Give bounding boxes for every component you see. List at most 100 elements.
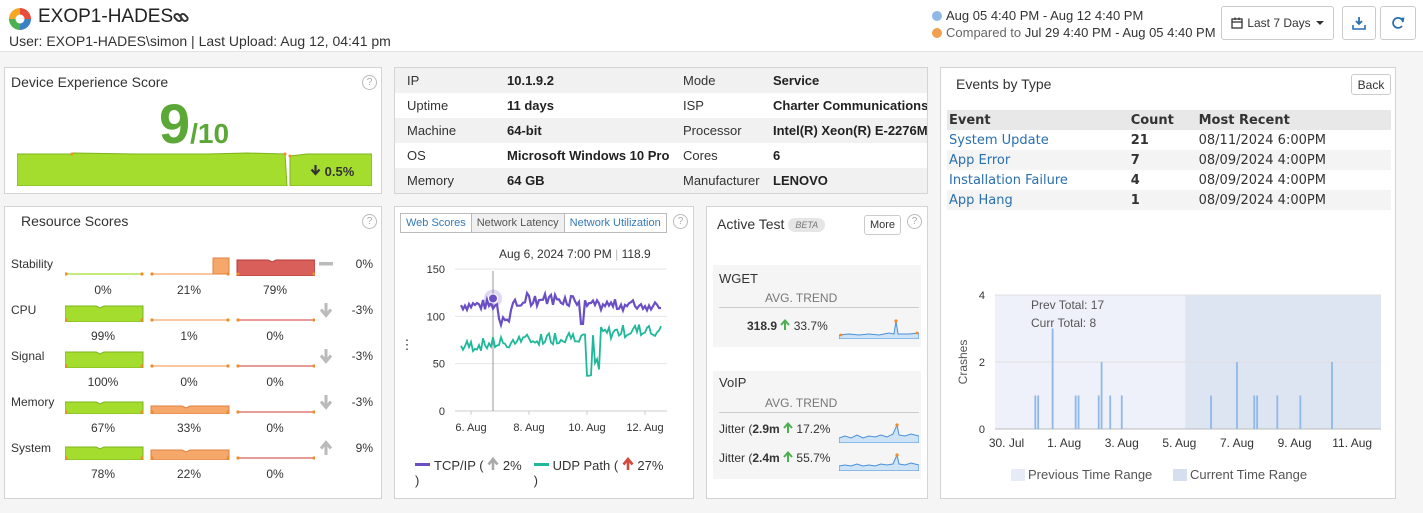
- resource-sparklines: [65, 305, 315, 322]
- prev-bar[interactable]: [1109, 395, 1112, 430]
- resource-pct-poor: 0%: [266, 329, 284, 343]
- prev-bar[interactable]: [1097, 395, 1100, 430]
- resource-label: Stability: [11, 257, 54, 271]
- link-icon[interactable]: [172, 9, 190, 27]
- resource-label: Memory: [11, 395, 55, 409]
- legend-prev-swatch: [1011, 469, 1025, 481]
- event-recent: 08/09/2024 4:00PM: [1196, 190, 1391, 210]
- help-icon[interactable]: ?: [907, 214, 922, 229]
- event-name[interactable]: System Update: [947, 130, 1129, 150]
- voip-sparkline-1: [839, 423, 919, 443]
- prev-bar[interactable]: [1120, 395, 1123, 430]
- prev-bar[interactable]: [1100, 362, 1103, 429]
- info-key: IP: [395, 68, 495, 93]
- x-tick-label: 11. Aug: [1332, 436, 1372, 450]
- legend-curr-label: Current Time Range: [1190, 467, 1307, 482]
- wget-row: 318.9 33.7%: [747, 318, 828, 333]
- device-info-row: Machine 64-bit Processor Intel(R) Xeon(R) E…: [395, 118, 927, 143]
- prev-bar[interactable]: [1051, 328, 1054, 430]
- event-name[interactable]: App Error: [947, 150, 1129, 170]
- info-key: OS: [407, 148, 426, 163]
- voip-section: VoIP AVG. TREND Jitter (2.9m 17.2% Jitte…: [713, 371, 921, 479]
- y-tick-label: 2: [979, 357, 985, 369]
- event-row[interactable]: App Hang 1 08/09/2024 4:00PM: [947, 190, 1391, 210]
- event-name[interactable]: Installation Failure: [947, 170, 1129, 190]
- score-change: 0.5%: [310, 164, 354, 179]
- x-tick-label: 6. Aug: [455, 422, 486, 434]
- x-tick-label: 10. Aug: [568, 422, 605, 434]
- curr-bar[interactable]: [1236, 362, 1238, 429]
- event-count: 7: [1128, 150, 1197, 170]
- events-table: Event Count Most Recent System Update 21 0…: [947, 110, 1391, 210]
- x-tick-label: 12. Aug: [626, 422, 663, 434]
- date-range-button[interactable]: Last 7 Days: [1221, 6, 1334, 40]
- tab-web-scores[interactable]: Web Scores: [400, 213, 472, 233]
- resource-trend: 0%: [355, 257, 373, 271]
- info-value: 10.1.9.2: [495, 68, 671, 93]
- y-tick-label: 4: [979, 290, 985, 302]
- device-score: 9/10: [5, 94, 383, 154]
- info-value: Charter Communications Inc: [773, 98, 928, 113]
- col-most-recent[interactable]: Most Recent: [1196, 110, 1391, 130]
- resource-scores-panel: Resource Scores ? Stability 0% 21% 79% 0% CPU…: [4, 206, 382, 499]
- resource-sparklines: [65, 351, 315, 368]
- curr-bar[interactable]: [1210, 395, 1212, 430]
- event-row[interactable]: Installation Failure 4 08/09/2024 4:00PM: [947, 170, 1391, 190]
- resource-pct-good: 0%: [94, 283, 112, 297]
- curr-bar[interactable]: [1256, 395, 1259, 430]
- device-info-panel: IP 10.1.9.2 Mode Service Uptime 11 days ISP Cha…: [394, 67, 928, 194]
- network-panel: Web Scores Network Latency Network Utili…: [394, 206, 694, 499]
- event-name[interactable]: App Hang: [947, 190, 1129, 210]
- curr-bar[interactable]: [1299, 395, 1302, 430]
- info-value: LENOVO: [761, 168, 927, 193]
- calendar-icon: [1231, 17, 1243, 29]
- info-key: Uptime: [407, 98, 449, 113]
- info-key: Processor: [671, 118, 761, 143]
- info-key: Memory: [395, 168, 495, 193]
- prev-bar[interactable]: [1077, 395, 1080, 430]
- current-range-dot: [932, 11, 942, 21]
- help-icon[interactable]: ?: [362, 75, 377, 90]
- resource-trend: -3%: [351, 395, 373, 409]
- resource-pct-good: 67%: [90, 421, 116, 435]
- help-icon[interactable]: ?: [673, 214, 688, 229]
- device-info-row: Memory 64 GB Manufacturer LENOVO: [395, 168, 927, 193]
- event-row[interactable]: System Update 21 08/11/2024 6:00PM: [947, 130, 1391, 150]
- event-row[interactable]: App Error 7 08/09/2024 4:00PM: [947, 150, 1391, 170]
- legend-tcp-ip[interactable]: TCP/IP ( 2%): [415, 456, 522, 488]
- sparkline-2: [236, 259, 315, 276]
- events-title: Events by Type: [956, 76, 1052, 92]
- col-count[interactable]: Count: [1128, 110, 1197, 130]
- wget-header: AVG. TREND: [765, 291, 838, 305]
- info-value: 64 GB: [495, 168, 671, 193]
- prev-bar[interactable]: [1037, 395, 1040, 430]
- tab-network-latency[interactable]: Network Latency: [470, 213, 565, 233]
- y-axis-label: Crashes: [956, 340, 970, 385]
- info-value: 11 days: [507, 98, 554, 113]
- legend-curr-swatch: [1173, 469, 1187, 481]
- resource-trend: 9%: [355, 441, 373, 455]
- prev-bar[interactable]: [1074, 395, 1077, 430]
- info-key: Cores: [683, 148, 718, 163]
- arrow-down-icon: [319, 303, 333, 318]
- curr-total-label: Curr Total: 8: [1031, 316, 1096, 330]
- download-button[interactable]: [1342, 6, 1376, 40]
- col-event[interactable]: Event: [947, 110, 1129, 130]
- curr-bar[interactable]: [1331, 362, 1333, 429]
- y-tick-label: 50: [433, 359, 445, 371]
- more-button[interactable]: More: [864, 215, 901, 235]
- back-button[interactable]: Back: [1351, 74, 1391, 95]
- x-tick-label: 8. Aug: [513, 422, 544, 434]
- refresh-icon: [1392, 17, 1405, 29]
- prev-bar[interactable]: [1034, 395, 1037, 430]
- legend-udp-path[interactable]: UDP Path ( 27%): [533, 456, 663, 488]
- help-icon[interactable]: ?: [362, 214, 377, 229]
- voip-jitter-row: Jitter (2.4m 55.7%: [719, 450, 831, 465]
- refresh-button[interactable]: [1380, 6, 1416, 40]
- tab-network-utilization[interactable]: Network Utilization: [563, 213, 667, 233]
- arrow-up-icon: [780, 318, 791, 330]
- curr-bar[interactable]: [1276, 395, 1279, 430]
- curr-bar[interactable]: [1253, 395, 1256, 430]
- info-key: ISP: [683, 98, 704, 113]
- resource-pct-good: 99%: [90, 329, 116, 343]
